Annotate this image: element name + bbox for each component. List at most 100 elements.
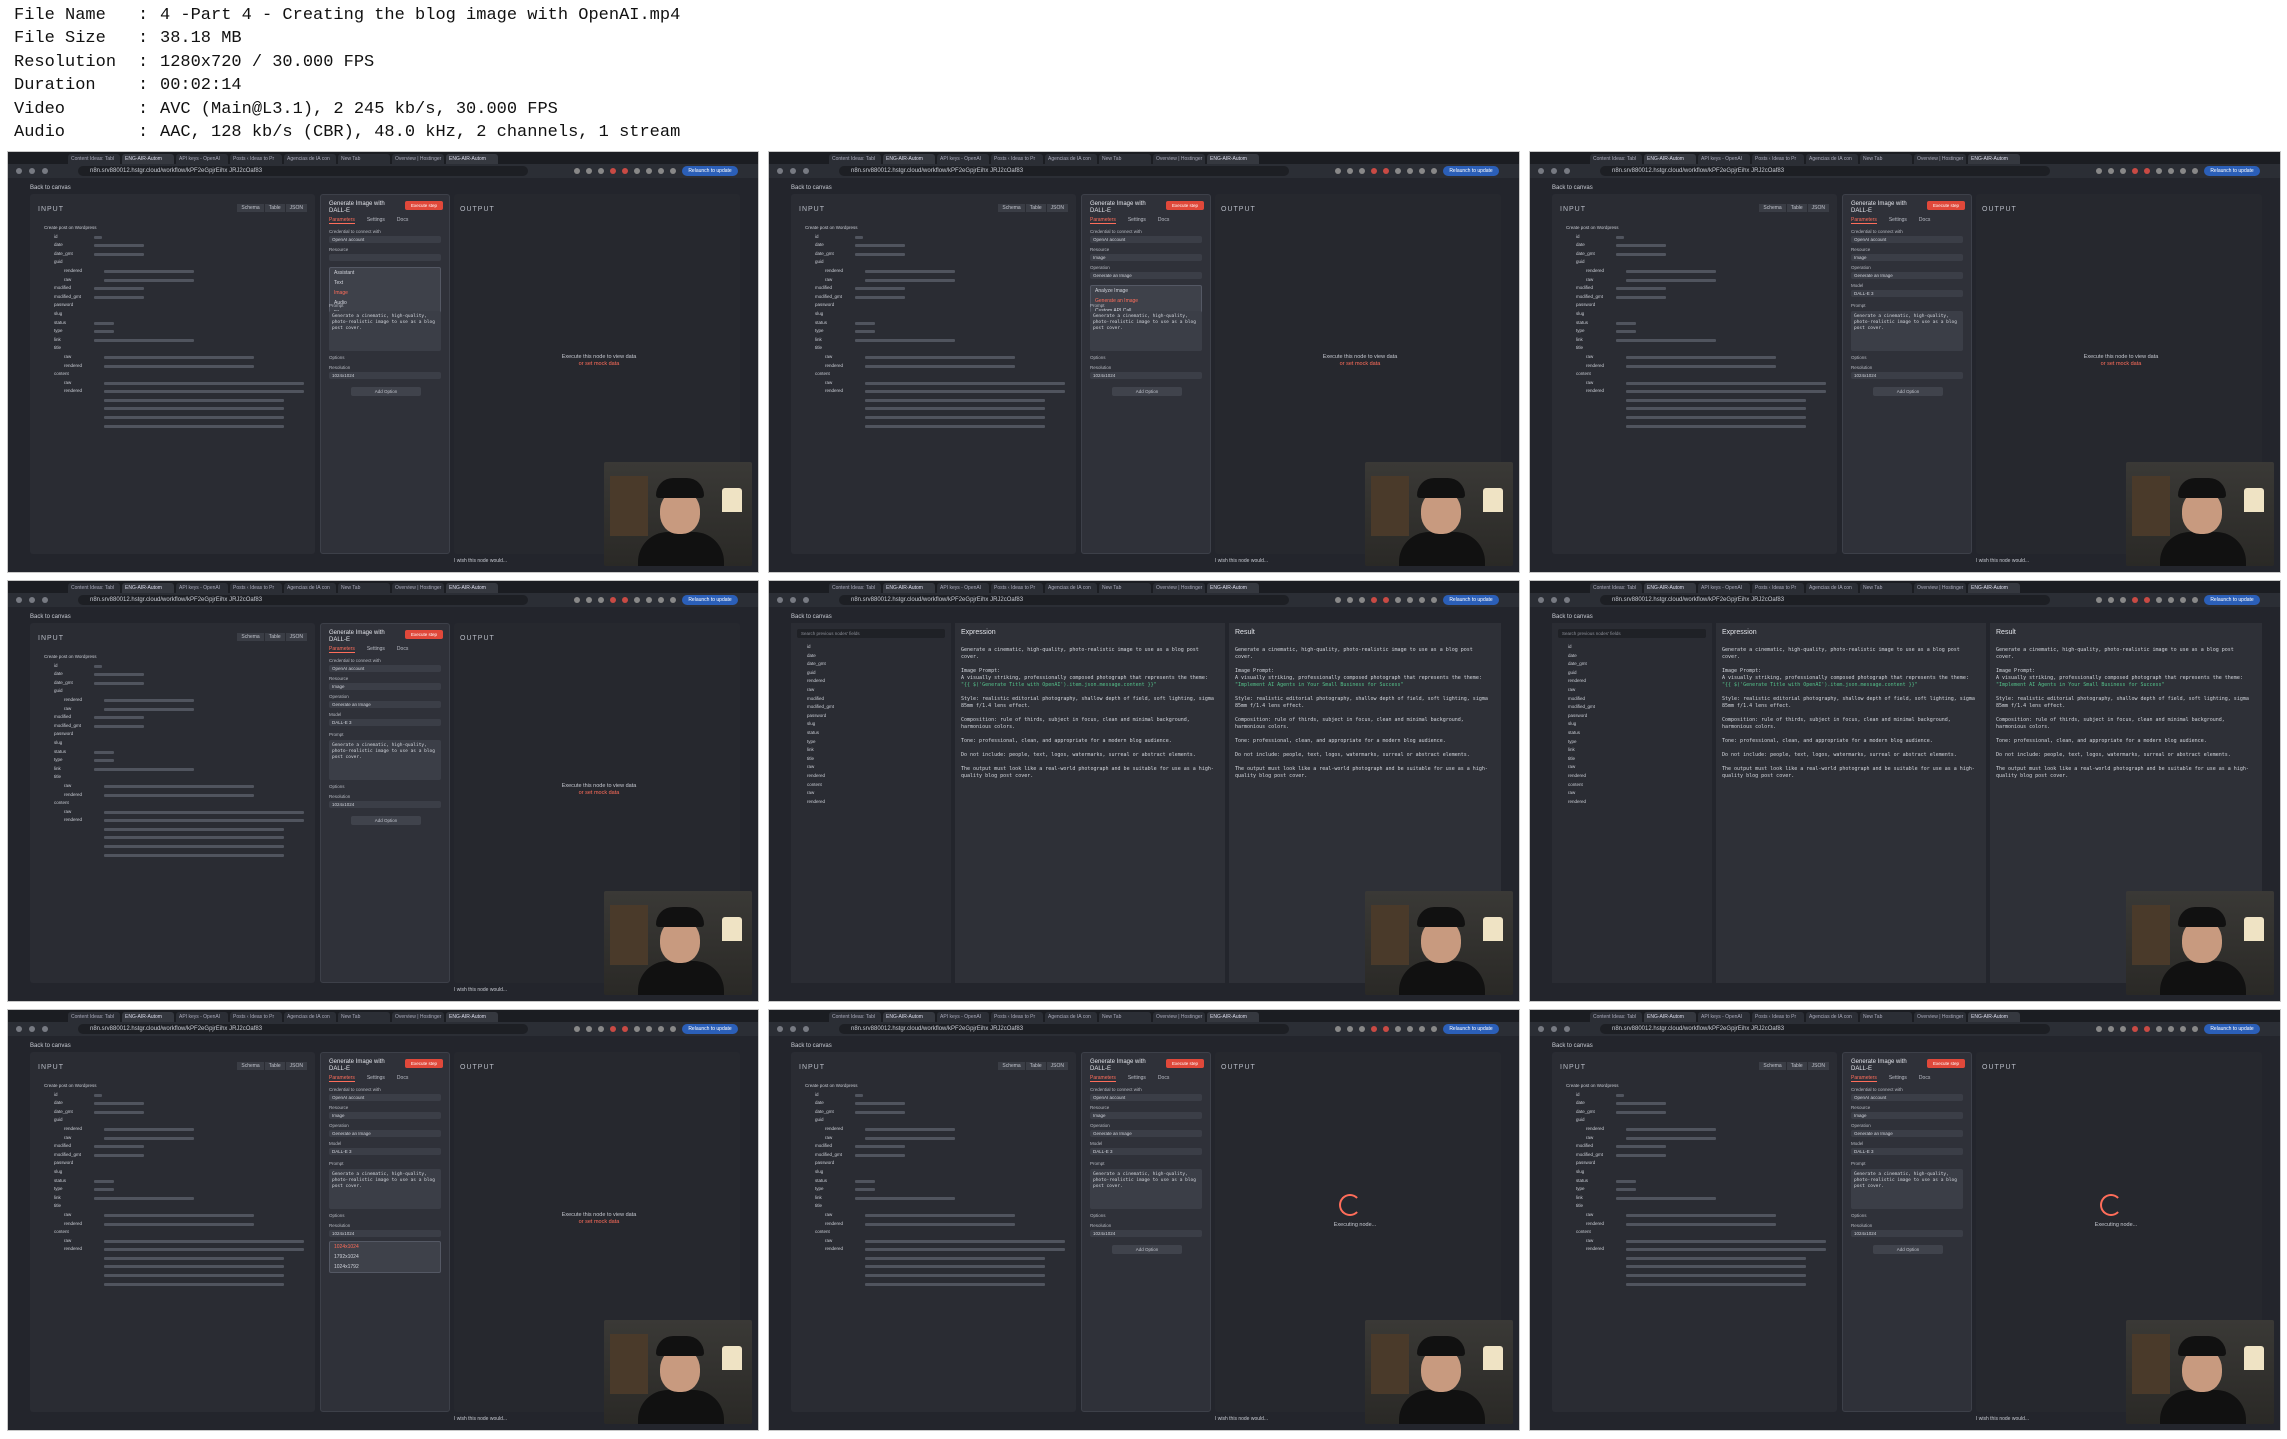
set-mock-data-link[interactable]: or set mock data (504, 790, 694, 797)
back-arrow-icon[interactable] (16, 168, 22, 174)
tree-item[interactable]: date_gmt (1562, 1108, 1827, 1117)
tree-item[interactable]: link (1562, 336, 1827, 345)
set-mock-data-link[interactable]: or set mock data (2026, 361, 2216, 368)
tree-item[interactable]: id (1562, 233, 1827, 242)
view-mode-table[interactable]: Table (1786, 204, 1807, 212)
dropdown-option[interactable]: Assistant (330, 268, 440, 278)
tree-item[interactable]: status (1562, 319, 1827, 328)
back-arrow-icon[interactable] (16, 597, 22, 603)
tree-item[interactable]: raw (801, 353, 1066, 362)
tree-item[interactable]: link (40, 336, 305, 345)
view-mode-table[interactable]: Table (264, 633, 285, 641)
extension-icon[interactable] (1347, 168, 1353, 174)
feedback-prompt[interactable]: I wish this node would... (454, 558, 507, 564)
relaunch-button[interactable]: Relaunch to update (2204, 595, 2260, 605)
browser-tab[interactable]: Posts ‹ Ideas to Pr (991, 1012, 1043, 1022)
tab-settings[interactable]: Settings (367, 646, 385, 653)
extension-icon[interactable] (1419, 1026, 1425, 1032)
tree-item[interactable]: title (797, 755, 947, 764)
tree-item[interactable]: date (801, 241, 1066, 250)
browser-tab[interactable]: ENG-AIR-Autom (122, 583, 174, 593)
prompt-textarea[interactable]: Generate a cinematic, high-quality, phot… (1851, 311, 1963, 351)
extension-icon[interactable] (646, 597, 652, 603)
tree-item[interactable]: password (40, 1159, 305, 1168)
browser-tab[interactable]: ENG-AIR-Autom (1207, 583, 1259, 593)
browser-tab[interactable]: ENG-AIR-Autom (883, 583, 935, 593)
field-select[interactable]: Generate an Image (1090, 1130, 1202, 1137)
extension-icon[interactable] (622, 1026, 628, 1032)
extension-icon[interactable] (658, 1026, 664, 1032)
extension-icon[interactable] (2120, 1026, 2126, 1032)
extension-icon[interactable] (634, 168, 640, 174)
tree-item[interactable]: content (1562, 1228, 1827, 1237)
tree-root[interactable]: Create post on Wordpress (40, 653, 305, 662)
tree-item[interactable]: modified (40, 713, 305, 722)
view-mode-json[interactable]: JSON (1046, 204, 1068, 212)
extension-icon[interactable] (574, 168, 580, 174)
browser-tab[interactable]: Posts ‹ Ideas to Pr (991, 583, 1043, 593)
tree-item[interactable]: modified_gmt (1558, 703, 1708, 712)
field-select[interactable]: DALL-E 3 (1851, 1148, 1963, 1155)
view-mode-json[interactable]: JSON (1807, 1062, 1829, 1070)
forward-arrow-icon[interactable] (29, 1026, 35, 1032)
browser-tab[interactable]: ENG-AIR-Autom (446, 1012, 498, 1022)
tree-item[interactable]: title (40, 344, 305, 353)
extension-icon[interactable] (1431, 168, 1437, 174)
tab-docs[interactable]: Docs (397, 217, 408, 224)
browser-tab[interactable]: API keys - OpenAI (176, 583, 228, 593)
extension-icon[interactable] (1359, 1026, 1365, 1032)
view-mode-json[interactable]: JSON (1807, 204, 1829, 212)
tree-item[interactable]: date_gmt (40, 1108, 305, 1117)
browser-tab[interactable]: Agencias de IA con (1806, 1012, 1858, 1022)
tree-item[interactable]: status (1562, 1177, 1827, 1186)
field-select[interactable]: 1024x1024 (329, 372, 441, 379)
extension-icon[interactable] (2096, 1026, 2102, 1032)
extension-icon[interactable] (634, 1026, 640, 1032)
tree-item[interactable]: date (1562, 241, 1827, 250)
browser-tab[interactable]: Content Ideas: Tabl (1590, 154, 1642, 164)
execute-step-button[interactable]: Execute step (405, 201, 443, 210)
tree-item[interactable]: slug (801, 1168, 1066, 1177)
browser-tab[interactable]: Overview | Hostinger (392, 1012, 444, 1022)
add-option-button[interactable]: Add Option (1112, 1245, 1182, 1254)
tree-item[interactable]: raw (40, 353, 305, 362)
extension-icon[interactable] (1347, 597, 1353, 603)
browser-tab[interactable]: New Tab (1860, 1012, 1912, 1022)
tree-item[interactable]: rendered (797, 798, 947, 807)
dropdown-option[interactable]: Analyze Image (1091, 286, 1201, 296)
reload-icon[interactable] (1564, 597, 1570, 603)
forward-arrow-icon[interactable] (29, 168, 35, 174)
back-arrow-icon[interactable] (16, 1026, 22, 1032)
tree-item[interactable]: date_gmt (797, 660, 947, 669)
tree-item[interactable]: password (40, 301, 305, 310)
relaunch-button[interactable]: Relaunch to update (1443, 595, 1499, 605)
view-mode-json[interactable]: JSON (285, 1062, 307, 1070)
extension-icon[interactable] (2144, 597, 2150, 603)
extension-icon[interactable] (1347, 1026, 1353, 1032)
relaunch-button[interactable]: Relaunch to update (682, 595, 738, 605)
tree-item[interactable]: id (40, 233, 305, 242)
tree-item[interactable]: content (801, 1228, 1066, 1237)
tree-item[interactable]: rendered (1562, 267, 1827, 276)
url-field[interactable]: n8n.srv880012.hstgr.cloud/workflow/kPF2e… (1600, 595, 2050, 605)
browser-tab[interactable]: Content Ideas: Tabl (68, 583, 120, 593)
tree-item[interactable]: rendered (40, 1245, 305, 1254)
url-field[interactable]: n8n.srv880012.hstgr.cloud/workflow/kPF2e… (839, 166, 1289, 176)
view-mode-schema[interactable]: Schema (998, 1062, 1025, 1070)
field-select[interactable]: OpenAI account (329, 1094, 441, 1101)
tree-item[interactable]: modified_gmt (40, 293, 305, 302)
tree-item[interactable]: type (40, 756, 305, 765)
tree-item[interactable]: id (1562, 1091, 1827, 1100)
browser-tab[interactable]: Content Ideas: Tabl (1590, 1012, 1642, 1022)
dropdown-option[interactable]: Text (330, 278, 440, 288)
browser-tab[interactable]: Agencias de IA con (1045, 1012, 1097, 1022)
execute-step-button[interactable]: Execute step (405, 1059, 443, 1068)
tree-item[interactable]: link (801, 1194, 1066, 1203)
prompt-textarea[interactable]: Generate a cinematic, high-quality, phot… (1851, 1169, 1963, 1209)
field-select[interactable]: DALL-E 3 (1851, 290, 1963, 297)
browser-tab[interactable]: ENG-AIR-Autom (1968, 583, 2020, 593)
reload-icon[interactable] (42, 1026, 48, 1032)
set-mock-data-link[interactable]: or set mock data (504, 361, 694, 368)
tree-item[interactable]: guid (40, 687, 305, 696)
tree-item[interactable]: id (40, 1091, 305, 1100)
